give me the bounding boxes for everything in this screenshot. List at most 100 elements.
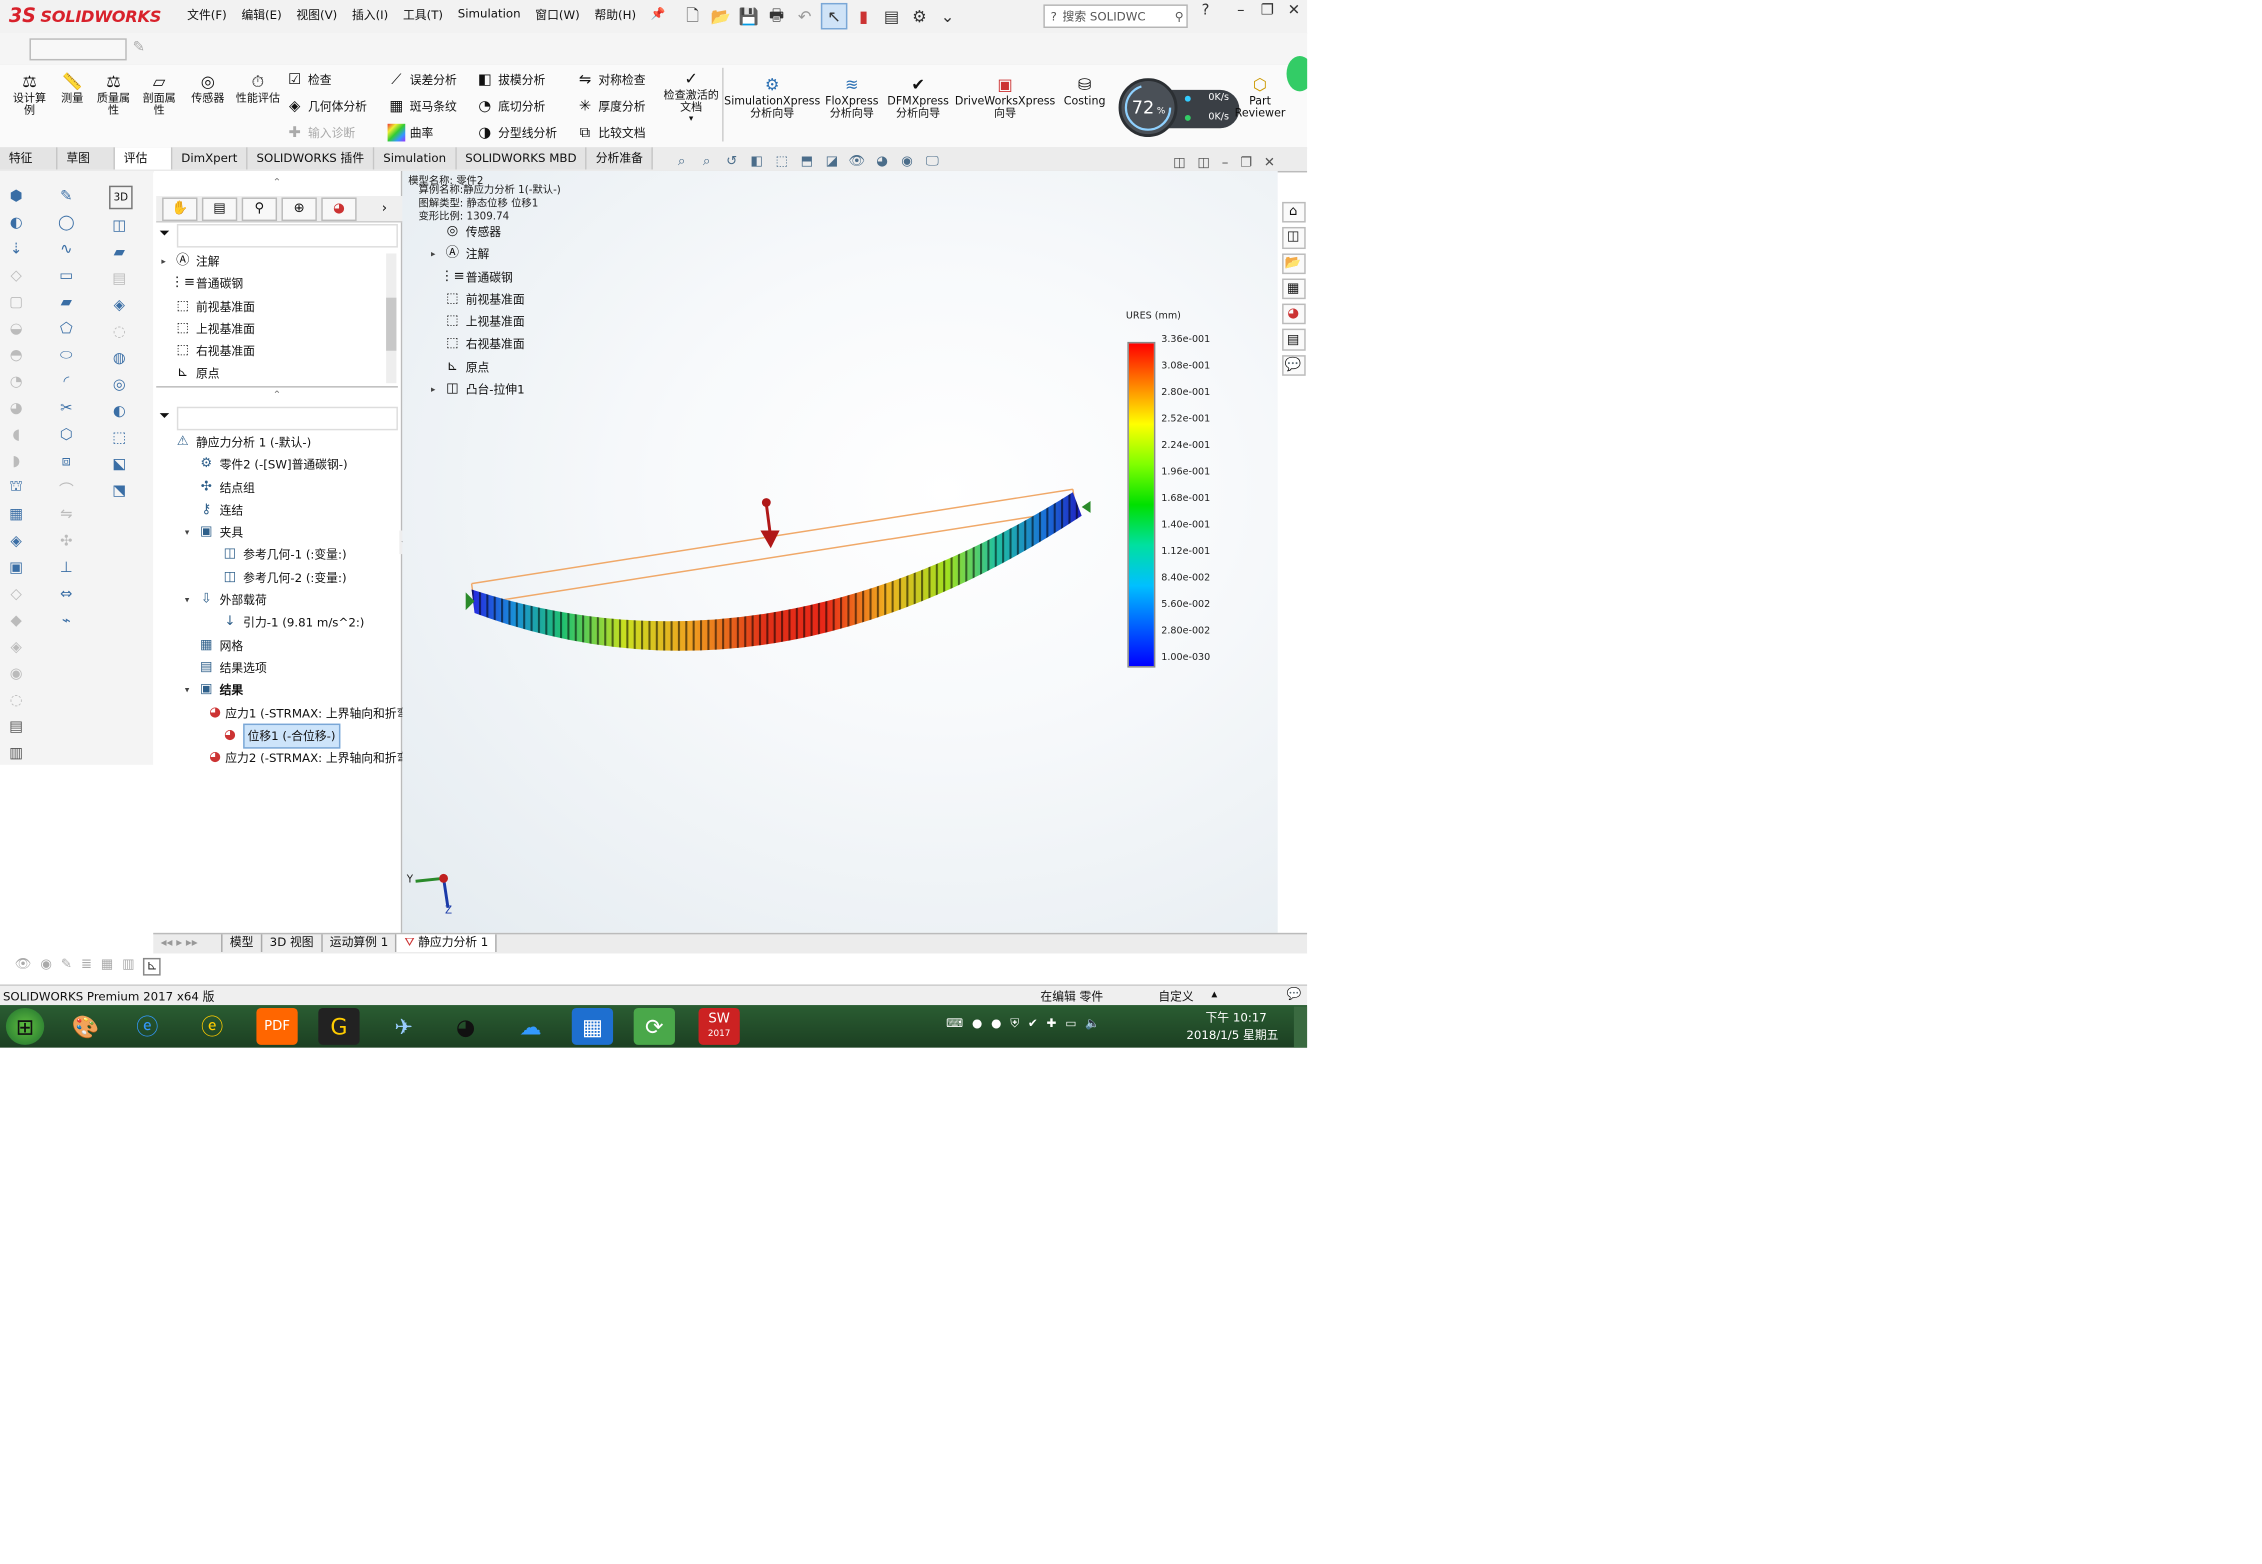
filter-icon[interactable]: ⏷	[159, 227, 170, 242]
rebuild-icon[interactable]: ▮	[852, 4, 876, 28]
check-button[interactable]: ☑ 检查	[286, 71, 331, 89]
import-diagnostics-button[interactable]: ✚ 输入诊断	[286, 124, 356, 142]
3d-sketch-icon[interactable]: 3D	[109, 185, 133, 210]
browser-icon[interactable]: ⓔ	[192, 1008, 233, 1045]
tab-sketch[interactable]: 草图	[57, 147, 115, 170]
displacement-plot-model[interactable]	[442, 472, 1120, 664]
swept-cut-icon[interactable]: ◔	[6, 371, 27, 392]
tab-model[interactable]: 模型	[223, 934, 263, 953]
menu-insert[interactable]: 插入(I)	[345, 6, 396, 25]
floating-badge-icon[interactable]	[1286, 56, 1308, 92]
feature-filter-input[interactable]	[176, 224, 398, 248]
search-icon[interactable]: ⚲	[1175, 10, 1187, 23]
mass-properties-button[interactable]: ⚖ 质量属性	[93, 74, 134, 117]
curves-icon[interactable]: ◌	[6, 690, 27, 711]
mirror-icon[interactable]: ◈	[6, 531, 27, 552]
arc-icon[interactable]: ◜	[56, 371, 77, 392]
sensor-button[interactable]: ◎ 传感器	[186, 74, 230, 105]
list-icon[interactable]: ≣	[81, 958, 92, 976]
viewport-tree-item[interactable]: ⋮≡ 普通碳钢	[427, 266, 633, 289]
spline-icon[interactable]: ∿	[56, 239, 77, 260]
dfmxpress-button[interactable]: ✔ DFMXpress 分析向导	[886, 77, 951, 120]
tree-item-top-plane[interactable]: ⬚ 上视基准面	[158, 318, 382, 341]
close-icon[interactable]: ✕	[1282, 3, 1306, 27]
solidworks-logo[interactable]: 3S SOLIDWORKS	[9, 3, 162, 30]
sim-tree-item[interactable]: ▤ 结果选项	[158, 657, 403, 680]
move-entities-icon[interactable]: ✣	[56, 531, 77, 552]
simulationxpress-button[interactable]: ⚙ SimulationXpress 分析向导	[724, 77, 820, 120]
viewport-tree-item[interactable]: ⬚ 前视基准面	[427, 289, 633, 312]
help-button[interactable]: ?	[1194, 3, 1218, 27]
menu-window[interactable]: 窗口(W)	[528, 6, 587, 25]
fillet-icon[interactable]: ◗	[6, 451, 27, 472]
network-speed-gauge[interactable]: 72 % 0K/s 0K/s	[1118, 78, 1243, 138]
sketch-icon[interactable]: ✎	[56, 186, 77, 207]
view-orientation-icon[interactable]: ⬒	[797, 153, 816, 171]
revolved-boss-icon[interactable]: ◐	[6, 212, 27, 233]
draft-analysis-button[interactable]: ◧ 拔模分析	[476, 71, 545, 89]
intersect-icon[interactable]: ◉	[6, 663, 27, 684]
sim-tree-item[interactable]: ◫ 参考几何-1 (:变量:)	[158, 545, 403, 568]
grid-alt-icon[interactable]: ▥	[122, 958, 135, 976]
tree-item-right-plane[interactable]: ⬚ 右视基准面	[158, 341, 382, 364]
undercut-analysis-button[interactable]: ◔ 底切分析	[476, 97, 545, 115]
mirror-entities-icon[interactable]: ⇋	[56, 504, 77, 525]
custom-properties-icon[interactable]: ▤	[1281, 329, 1305, 351]
polygon-icon[interactable]: ⬠	[56, 318, 77, 339]
save-icon[interactable]: 💾	[737, 4, 761, 28]
measure-button[interactable]: 📏 测量	[56, 74, 88, 105]
menu-simulation[interactable]: Simulation	[450, 6, 528, 25]
email-app-icon[interactable]: ✈	[383, 1008, 424, 1045]
sim-tree-item[interactable]: ⚷ 连结	[158, 499, 403, 522]
circle-icon[interactable]: ◯	[56, 212, 77, 233]
instant3d-icon[interactable]: ▥	[6, 743, 27, 764]
pencil-icon[interactable]: ✎	[61, 958, 72, 976]
deviation-analysis-button[interactable]: ⟋ 误差分析	[388, 71, 457, 89]
display-style-icon[interactable]: ◪	[822, 153, 841, 171]
tree-item-material[interactable]: ⋮≡ 普通碳钢	[158, 273, 382, 296]
thicken-icon[interactable]: ▤	[109, 268, 130, 289]
doc-minimize-icon[interactable]: –	[1222, 156, 1229, 171]
performance-evaluation-button[interactable]: ⏱ 性能评估	[236, 74, 280, 105]
tab-3d-views[interactable]: 3D 视图	[262, 934, 323, 953]
fillet-sketch-icon[interactable]: ⌒	[56, 477, 77, 499]
expand-arrow-icon[interactable]: ▾	[181, 522, 193, 545]
curvature-button[interactable]: 曲率	[387, 123, 433, 142]
tile-right-icon[interactable]: ◫	[1197, 156, 1210, 171]
print-icon[interactable]: 🖶	[765, 4, 789, 28]
driveworksxpress-button[interactable]: ▣ DriveWorksXpress 向导	[955, 77, 1055, 120]
search-box[interactable]: ? 搜索 SOLIDWC ⚲	[1043, 4, 1188, 29]
tray-shield-icon[interactable]: ⛨	[1010, 1017, 1019, 1032]
feature-manager-tab-icon[interactable]: ✋	[162, 196, 198, 221]
panel-grip-icon[interactable]: ⌃	[273, 177, 282, 189]
symmetry-check-button[interactable]: ⇋ 对称检查	[576, 71, 646, 89]
relations-icon[interactable]: ⊥	[56, 557, 77, 578]
viewport-tree-item[interactable]: ⊾ 原点	[427, 356, 633, 379]
tab-solidworks-addins[interactable]: SOLIDWORKS 插件	[247, 147, 375, 170]
zebra-stripes-button[interactable]: ▦ 斑马条纹	[388, 97, 456, 115]
apply-scene-icon[interactable]: ◉	[897, 153, 916, 171]
sheet-metal-icon[interactable]: ⬔	[109, 480, 130, 501]
expand-arrow-icon[interactable]: ▾	[181, 590, 193, 613]
compare-documents-button[interactable]: ⧉ 比较文档	[576, 124, 646, 142]
minimize-icon[interactable]: –	[1229, 3, 1253, 27]
design-study-button[interactable]: ⚖ 设计算例	[9, 74, 50, 117]
menu-tools[interactable]: 工具(T)	[396, 6, 451, 25]
costing-button[interactable]: ⛁ Costing	[1058, 77, 1111, 108]
expand-arrow-icon[interactable]: ▸	[427, 379, 439, 402]
tab-features[interactable]: 特征	[0, 147, 58, 170]
tabs-chevron-right-icon[interactable]: ›	[382, 201, 387, 216]
section-view-icon[interactable]: ◧	[747, 153, 766, 171]
tray-keyboard-icon[interactable]: ⌨	[946, 1017, 963, 1032]
tab-solidworks-mbd[interactable]: SOLIDWORKS MBD	[456, 147, 587, 170]
pdf-reader-icon[interactable]: PDF	[256, 1008, 298, 1045]
design-library-icon[interactable]: ◫	[1281, 227, 1305, 249]
edit-appearance-icon[interactable]: ◕	[872, 153, 891, 171]
tile-left-icon[interactable]: ◫	[1173, 156, 1186, 171]
solidworks-taskbar-button[interactable]: SW 2017	[698, 1008, 740, 1045]
knit-surface-icon[interactable]: ◈	[109, 295, 130, 316]
hole-wizard-icon[interactable]: ⛫	[6, 477, 27, 498]
dynamic-annotation-icon[interactable]: ⬚	[772, 153, 791, 171]
thickness-analysis-button[interactable]: ✳ 厚度分析	[576, 97, 646, 115]
sim-tree-item[interactable]: ▾ ▣ 夹具	[158, 522, 403, 545]
